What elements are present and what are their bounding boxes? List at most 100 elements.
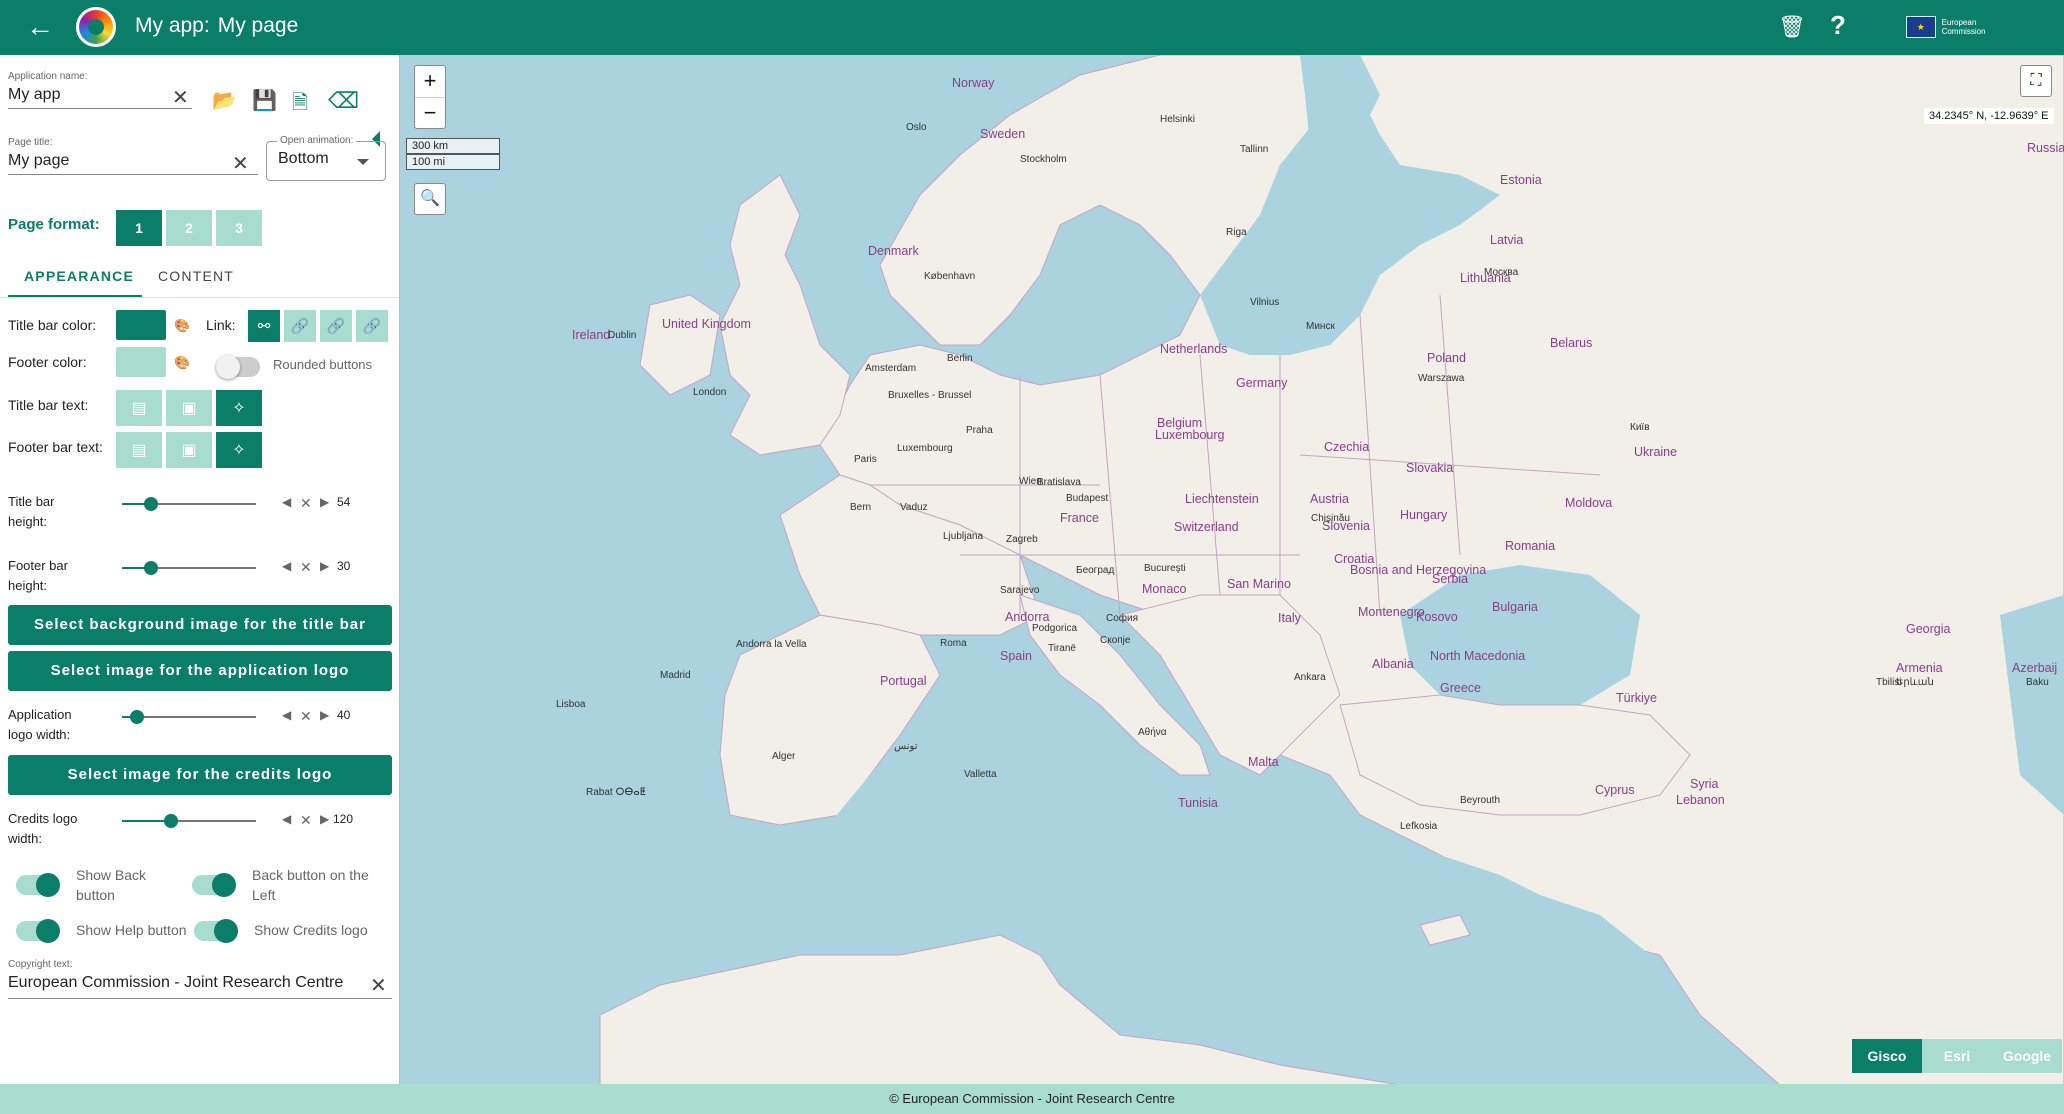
basemap-google-button[interactable]: Google xyxy=(1992,1039,2062,1073)
select-credits-logo-button[interactable]: Select image for the credits logo xyxy=(8,755,392,795)
map-label-city: Vilnius xyxy=(1250,297,1280,308)
map-view[interactable]: Norway Sweden Russia Estonia Latvia Lith… xyxy=(400,55,2064,1085)
title-bar-height-label: Title bar height: xyxy=(8,494,55,529)
increment-icon[interactable]: ▶ xyxy=(320,812,329,826)
page-format-2-button[interactable]: 2 xyxy=(166,210,212,246)
increment-icon[interactable]: ▶ xyxy=(320,559,329,573)
select-app-logo-button[interactable]: Select image for the application logo xyxy=(8,651,392,691)
title-bar: ← My app: My page 🗑 ? ★ European Commissi… xyxy=(0,0,2064,55)
map-label-country: Ireland xyxy=(572,328,611,342)
footer-color-swatch[interactable] xyxy=(116,347,166,377)
map-label-country: Montenegro xyxy=(1358,605,1425,619)
increment-icon[interactable]: ▶ xyxy=(320,708,329,722)
map-label-country: Liechtenstein xyxy=(1185,492,1259,506)
backspace-icon[interactable]: ⌫ xyxy=(328,88,359,114)
folder-open-icon[interactable]: 📂 xyxy=(212,88,237,113)
map-basemap xyxy=(400,55,2064,1085)
map-label-city: København xyxy=(924,271,976,282)
file-code-icon[interactable]: 🗎 xyxy=(292,88,308,122)
map-label-city: Warszawa xyxy=(1418,373,1465,384)
palette-icon[interactable]: 🎨 xyxy=(174,355,190,371)
zoom-out-button[interactable]: − xyxy=(415,97,445,128)
back-left-toggle[interactable] xyxy=(192,873,236,897)
map-label-country: Portugal xyxy=(880,674,927,688)
rounded-buttons-label: Rounded buttons xyxy=(273,357,373,372)
show-help-label: Show Help button xyxy=(76,922,187,938)
show-help-toggle[interactable] xyxy=(16,919,60,943)
reset-icon[interactable]: ✕ xyxy=(300,708,312,725)
link-icon[interactable]: 🔗 xyxy=(284,310,316,342)
app-title-prefix: My app: xyxy=(135,14,210,37)
app-logo-width-slider[interactable] xyxy=(122,710,256,724)
map-label-country: Azerbaij xyxy=(2012,661,2058,675)
back-left-label: Back button on the Left xyxy=(252,867,369,903)
increment-icon[interactable]: ▶ xyxy=(320,495,329,509)
map-label-city: Минск xyxy=(1306,321,1335,332)
back-arrow-icon[interactable]: ← xyxy=(24,12,56,44)
scale-km: 300 km xyxy=(406,138,500,155)
reset-icon[interactable]: ✕ xyxy=(300,812,312,829)
link-add-icon[interactable]: 🔗 xyxy=(356,310,388,342)
map-label-country: Türkiye xyxy=(1616,691,1657,705)
magic-wand-icon[interactable]: ✧ xyxy=(216,390,262,426)
copyright-input[interactable]: European Commission - Joint Research Cen… xyxy=(8,974,392,992)
select-title-bg-button[interactable]: Select background image for the title ba… xyxy=(8,605,392,645)
link-off-icon[interactable]: ⚯ xyxy=(248,310,280,342)
search-icon[interactable]: 🔍 xyxy=(414,183,446,215)
map-label-city: Tallinn xyxy=(1240,144,1269,155)
save-icon[interactable]: 💾 xyxy=(252,88,277,113)
page-title-label: Page title: xyxy=(8,137,53,148)
page-title-field[interactable]: Page title: My page xyxy=(8,137,258,175)
title-bar-color-label: Title bar color: xyxy=(8,317,97,333)
page-format-1-button[interactable]: 1 xyxy=(116,210,162,246)
text-black-icon[interactable]: ▣ xyxy=(166,432,212,468)
map-label-city: Roma xyxy=(940,638,967,649)
map-label-country: Denmark xyxy=(868,244,919,258)
tab-appearance[interactable]: APPEARANCE xyxy=(24,268,134,284)
tab-content[interactable]: CONTENT xyxy=(158,268,234,284)
app-name-input[interactable]: My app xyxy=(8,86,192,104)
map-label-country: Cyprus xyxy=(1595,783,1635,797)
footer-color-label: Footer color: xyxy=(8,354,87,370)
title-bar-color-swatch[interactable] xyxy=(116,310,166,340)
credits-logo-width-slider[interactable] xyxy=(122,814,256,828)
page-title-input[interactable]: My page xyxy=(8,152,258,170)
page-format-3-button[interactable]: 3 xyxy=(216,210,262,246)
decrement-icon[interactable]: ◀ xyxy=(282,812,291,826)
reset-icon[interactable]: ✕ xyxy=(300,495,312,512)
link-remove-icon[interactable]: 🔗 xyxy=(320,310,352,342)
decrement-icon[interactable]: ◀ xyxy=(282,559,291,573)
open-animation-select[interactable]: Open animation: Bottom xyxy=(266,135,386,181)
rounded-buttons-toggle[interactable] xyxy=(216,355,260,379)
map-label-city: Dublin xyxy=(608,330,637,341)
palette-icon[interactable]: 🎨 xyxy=(174,318,190,334)
clear-page-title-icon[interactable]: ✕ xyxy=(232,151,249,176)
decrement-icon[interactable]: ◀ xyxy=(282,495,291,509)
title-bar-height-slider[interactable] xyxy=(122,497,256,511)
footer-bar-height-slider[interactable] xyxy=(122,561,256,575)
app-name-field[interactable]: Application name: My app xyxy=(8,71,192,109)
app-logo xyxy=(76,7,116,47)
show-back-toggle[interactable] xyxy=(16,873,60,897)
decrement-icon[interactable]: ◀ xyxy=(282,708,291,722)
help-icon[interactable]: ? xyxy=(1830,10,1846,41)
fullscreen-icon[interactable]: ⛶ xyxy=(2020,65,2052,97)
map-label-city: Lefkosia xyxy=(1400,821,1438,832)
reset-icon[interactable]: ✕ xyxy=(300,559,312,576)
page-format-label: Page format: xyxy=(8,216,100,233)
magic-wand-icon[interactable]: ✧ xyxy=(216,432,262,468)
trash-icon[interactable]: 🗑 xyxy=(1778,14,1806,40)
copyright-field[interactable]: Copyright text: European Commission - Jo… xyxy=(8,959,392,999)
text-black-icon[interactable]: ▣ xyxy=(166,390,212,426)
text-white-icon[interactable]: ▤ xyxy=(116,390,162,426)
clear-app-name-icon[interactable]: ✕ xyxy=(172,85,189,110)
open-animation-label: Open animation: xyxy=(277,135,357,146)
text-white-icon[interactable]: ▤ xyxy=(116,432,162,468)
zoom-in-button[interactable]: + xyxy=(415,66,445,97)
clear-copyright-icon[interactable]: ✕ xyxy=(370,973,387,998)
map-label-country: Monaco xyxy=(1142,582,1187,596)
basemap-esri-button[interactable]: Esri xyxy=(1922,1039,1992,1073)
map-label-city: Baku xyxy=(2026,677,2049,688)
show-credits-toggle[interactable] xyxy=(194,919,238,943)
basemap-gisco-button[interactable]: Gisco xyxy=(1852,1039,1922,1073)
